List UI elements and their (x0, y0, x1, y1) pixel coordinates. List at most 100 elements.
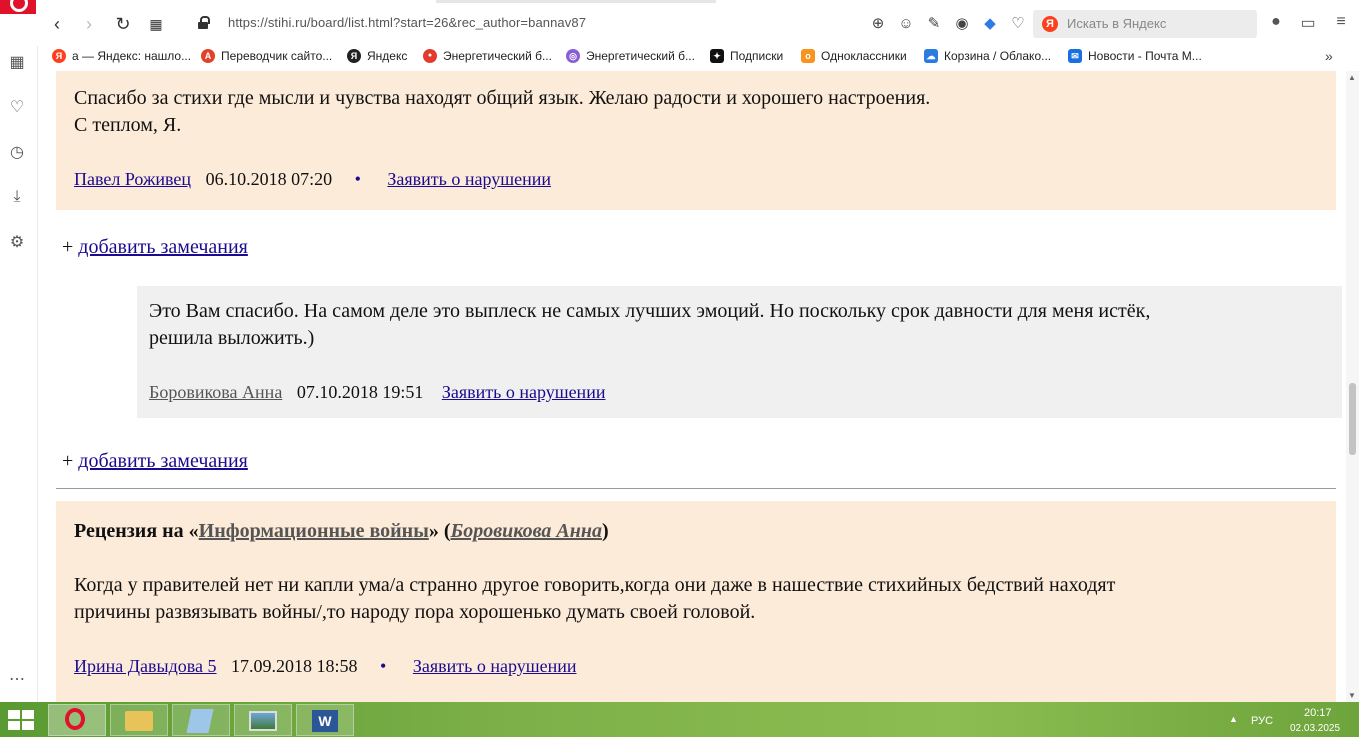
search-input[interactable]: Я Искать в Яндекс (1033, 10, 1257, 38)
word-taskbar-button[interactable]: W (296, 704, 354, 736)
review-card: Рецензия на «Информационные войны» (Боро… (56, 501, 1336, 702)
heart-icon[interactable]: ♡ (1008, 14, 1028, 34)
translator-icon: A (201, 49, 215, 63)
work-author-link[interactable]: Боровикова Анна (450, 520, 601, 542)
report-link[interactable]: Заявить о нарушении (442, 382, 606, 402)
reply-text: Это Вам спасибо. На самом деле это выпле… (149, 300, 1151, 322)
review-text: причины развязывать войны/,то народу пор… (74, 601, 756, 623)
add-remark-link[interactable]: добавить замечания (78, 450, 248, 472)
report-link[interactable]: Заявить о нарушении (413, 656, 577, 676)
camera-icon[interactable]: ◉ (952, 14, 972, 34)
clock-time[interactable]: 20:17 (1304, 707, 1332, 719)
bookmark-item[interactable]: ◎ Энергетический б... (566, 49, 695, 63)
bookmark-label: Переводчик сайто... (221, 49, 333, 63)
bookmark-label: Энергетический б... (443, 49, 552, 63)
windows-start-icon[interactable] (8, 710, 36, 730)
review-meta: Ирина Давыдова 5 17.09.2018 18:58 • Заяв… (74, 656, 577, 677)
bookmark-item[interactable]: ☁ Корзина / Облако... (924, 49, 1051, 63)
menu-icon[interactable]: ≡ (1330, 13, 1352, 31)
review-date: 06.10.2018 07:20 (205, 169, 333, 189)
speed-dial-icon[interactable]: ▦ (6, 52, 28, 74)
page-scrollbar[interactable]: ▲ ▼ (1346, 71, 1359, 702)
add-remark: + добавить замечания (62, 236, 248, 259)
yandex-icon: Я (52, 49, 66, 63)
bookmark-label: Новости - Почта М... (1088, 49, 1202, 63)
lock-icon[interactable] (198, 16, 210, 29)
folder-icon (125, 711, 153, 731)
photos-taskbar-button[interactable] (234, 704, 292, 736)
review-text: С теплом, Я. (74, 114, 182, 136)
back-icon[interactable]: ‹ (46, 13, 68, 35)
bookmark-label: Энергетический б... (586, 49, 695, 63)
subscriptions-icon: ✦ (710, 49, 724, 63)
bookmark-item[interactable]: ✉ Новости - Почта М... (1068, 49, 1202, 63)
author-link[interactable]: Боровикова Анна (149, 382, 282, 402)
review-card: Спасибо за стихи где мысли и чувства нах… (56, 71, 1336, 210)
report-link[interactable]: Заявить о нарушении (387, 169, 551, 189)
globe-icon: ◎ (566, 49, 580, 63)
notepad-taskbar-button[interactable] (172, 704, 230, 736)
scroll-thumb[interactable] (1349, 383, 1356, 455)
reply-meta: Боровикова Анна 07.10.2018 19:51 Заявить… (149, 382, 605, 403)
plus-icon: + (62, 236, 74, 258)
author-link[interactable]: Ирина Давыдова 5 (74, 656, 217, 676)
tray-arrow-icon[interactable]: ▲ (1229, 714, 1238, 724)
profile-icon[interactable]: ● (1265, 13, 1287, 31)
yandex-icon: Я (1042, 16, 1058, 32)
opera-taskbar-button[interactable] (48, 704, 106, 736)
title-text: ) (601, 520, 609, 542)
bookmark-item[interactable]: ● Энергетический б... (423, 49, 552, 63)
bookmark-item[interactable]: ✦ Подписки (710, 49, 783, 63)
bookmark-label: Корзина / Облако... (944, 49, 1052, 63)
browser-sidebar: ▦ ♡ ◷ ⤓ ⚙ ⋯ (0, 46, 38, 702)
edit-icon[interactable]: ✎ (924, 14, 944, 34)
bookmarks-more-icon[interactable]: » (1325, 48, 1333, 64)
work-link[interactable]: Информационные войны (199, 520, 429, 542)
tabs-grid-icon[interactable]: ▦ (145, 13, 167, 35)
notepad-icon (186, 709, 214, 733)
scroll-down-icon[interactable]: ▼ (1348, 691, 1356, 700)
emoji-icon[interactable]: ☺ (896, 14, 916, 34)
clock-date[interactable]: 02.03.2025 (1290, 723, 1340, 734)
shield-icon[interactable]: ◆ (980, 14, 1000, 34)
author-link[interactable]: Павел Роживец (74, 169, 191, 189)
cloud-icon: ☁ (924, 49, 938, 63)
explorer-taskbar-button[interactable] (110, 704, 168, 736)
bookmark-item[interactable]: о Одноклассники (801, 49, 907, 63)
reply-date: 07.10.2018 19:51 (296, 382, 424, 402)
forward-icon[interactable]: › (78, 13, 100, 35)
plus-icon: + (62, 450, 74, 472)
opera-menu-button[interactable] (0, 0, 36, 14)
add-remark-link[interactable]: добавить замечания (78, 236, 248, 258)
heart-icon[interactable]: ♡ (6, 97, 28, 119)
reload-icon[interactable]: ↻ (112, 13, 134, 35)
bookmark-item[interactable]: Я а — Яндекс: нашло... (52, 49, 191, 63)
reply-card: Это Вам спасибо. На самом деле это выпле… (137, 286, 1342, 418)
settings-icon[interactable]: ⚙ (6, 232, 28, 254)
more-icon[interactable]: ⋯ (6, 669, 28, 691)
browser-toolbar: ‹ › ↻ ▦ https://stihi.ru/board/list.html… (0, 0, 1359, 46)
mail-icon: ✉ (1068, 49, 1082, 63)
language-indicator[interactable]: РУС (1251, 715, 1273, 727)
scroll-up-icon[interactable]: ▲ (1348, 73, 1356, 82)
bookmark-label: Яндекс (367, 49, 408, 63)
map-pin-icon: ● (423, 49, 437, 63)
page-content: Спасибо за стихи где мысли и чувства нах… (38, 71, 1346, 702)
active-tab-indicator (436, 0, 716, 3)
address-bar[interactable]: https://stihi.ru/board/list.html?start=2… (228, 15, 586, 30)
battery-icon[interactable]: ▭ (1297, 13, 1319, 33)
zoom-icon[interactable]: ⊕ (868, 14, 888, 34)
bookmark-item[interactable]: Я Яндекс (347, 49, 407, 63)
download-icon[interactable]: ⤓ (6, 186, 28, 208)
review-title: Рецензия на «Информационные войны» (Боро… (74, 520, 609, 543)
review-meta: Павел Роживец 06.10.2018 07:20 • Заявить… (74, 169, 551, 190)
history-icon[interactable]: ◷ (6, 142, 28, 164)
word-icon: W (312, 710, 338, 732)
bookmark-item[interactable]: A Переводчик сайто... (201, 49, 332, 63)
windows-taskbar: W ▲ РУС 20:17 02.03.2025 (0, 702, 1359, 737)
add-remark: + добавить замечания (62, 450, 248, 473)
divider (56, 488, 1336, 489)
ok-icon: о (801, 49, 815, 63)
search-placeholder: Искать в Яндекс (1067, 16, 1167, 31)
separator-bullet: • (380, 656, 387, 676)
